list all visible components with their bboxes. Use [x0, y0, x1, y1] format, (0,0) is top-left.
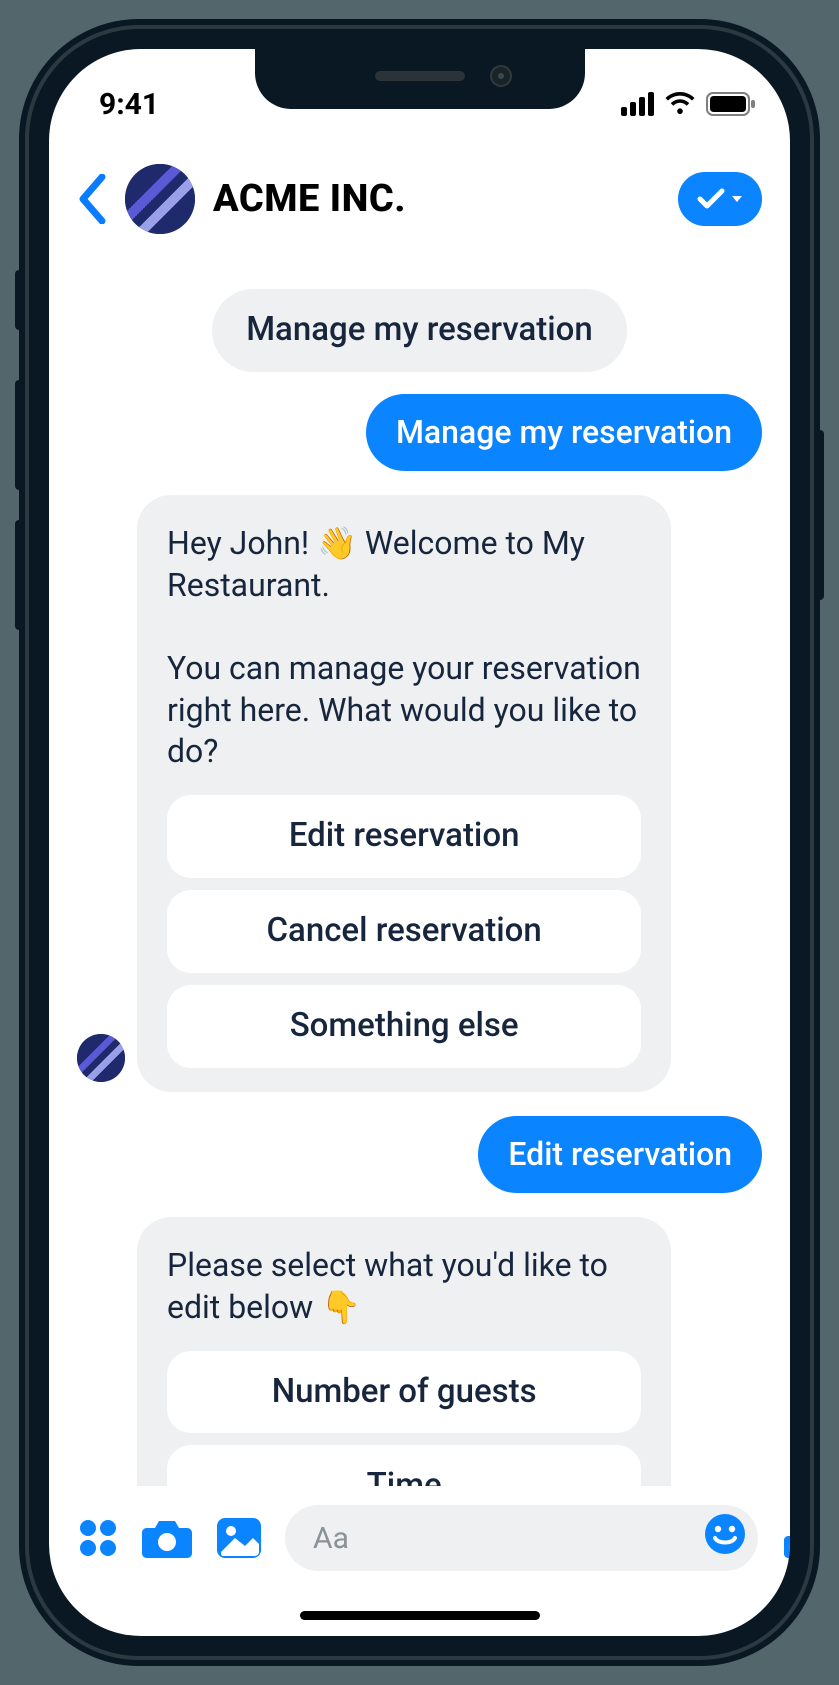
avatar[interactable] [125, 164, 195, 234]
thumbs-up-icon [780, 1514, 790, 1562]
page-title: ACME INC. [213, 177, 406, 221]
input-bar [49, 1488, 790, 1588]
mute-switch [15, 270, 25, 330]
back-button[interactable] [77, 174, 107, 224]
screen: 9:41 [49, 49, 790, 1636]
option-time[interactable]: Time [167, 1445, 641, 1486]
status-time: 9:41 [99, 87, 159, 122]
option-number-of-guests[interactable]: Number of guests [167, 1351, 641, 1434]
bot-message-text: Please select what you'd like to edit be… [167, 1245, 641, 1328]
option-edit-reservation[interactable]: Edit reservation [167, 795, 641, 878]
emoji-button[interactable] [704, 1513, 746, 1563]
notch [255, 49, 585, 109]
camera-icon [141, 1516, 193, 1560]
like-button[interactable] [780, 1514, 790, 1562]
cellular-signal-icon [621, 92, 654, 116]
compose-field[interactable] [285, 1505, 758, 1571]
wifi-icon [664, 92, 696, 116]
check-icon [697, 188, 725, 210]
message-input[interactable] [313, 1521, 694, 1556]
notch-speaker [375, 71, 465, 81]
apps-button[interactable] [77, 1517, 119, 1559]
grid-icon [77, 1517, 119, 1559]
header: ACME INC. [49, 139, 790, 259]
camera-button[interactable] [141, 1516, 193, 1560]
phone-frame: 9:41 [29, 29, 810, 1656]
home-indicator[interactable] [300, 1611, 540, 1620]
bot-message: Please select what you'd like to edit be… [137, 1217, 671, 1486]
conversation[interactable]: Manage my reservation Manage my reservat… [49, 269, 790, 1486]
power-button [814, 430, 824, 600]
image-icon [215, 1516, 263, 1560]
quick-reply-chip[interactable]: Manage my reservation [212, 289, 627, 372]
bot-avatar[interactable] [77, 1034, 125, 1082]
user-message: Manage my reservation [366, 394, 762, 472]
notch-camera [490, 65, 512, 87]
option-cancel-reservation[interactable]: Cancel reservation [167, 890, 641, 973]
bot-message: Hey John! 👋 Welcome to My Restaurant. Yo… [137, 495, 671, 1091]
chevron-down-icon [731, 194, 743, 204]
bot-message-text: Hey John! 👋 Welcome to My Restaurant. Yo… [167, 523, 641, 773]
battery-icon [706, 92, 756, 116]
volume-up-button [15, 380, 25, 490]
user-message: Edit reservation [478, 1116, 762, 1194]
volume-down-button [15, 520, 25, 630]
option-something-else[interactable]: Something else [167, 985, 641, 1068]
gallery-button[interactable] [215, 1516, 263, 1560]
header-action-button[interactable] [678, 172, 762, 226]
smile-icon [704, 1513, 746, 1555]
